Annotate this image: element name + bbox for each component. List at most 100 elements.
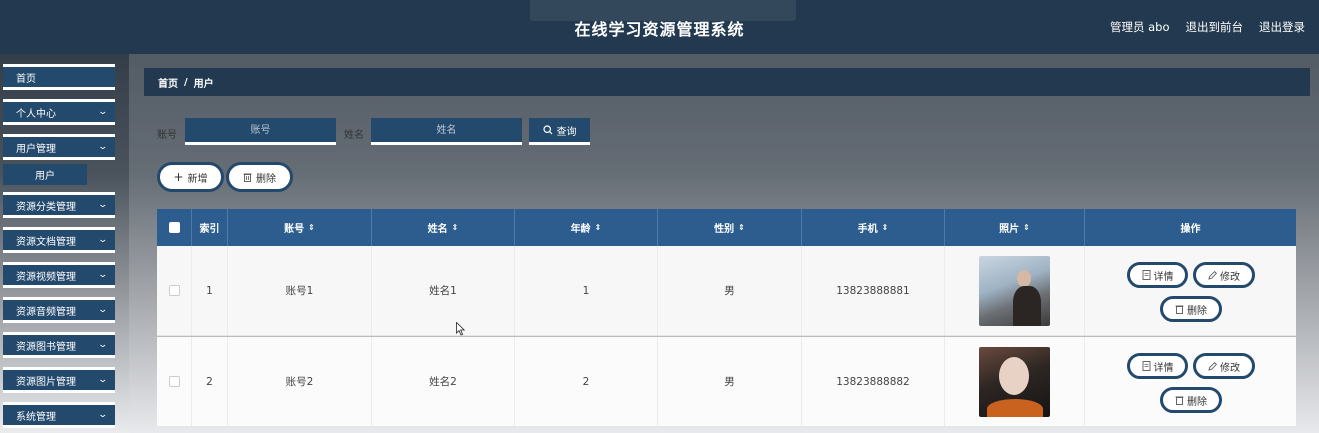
column-header-gender[interactable]: 性别 ⇕ <box>658 209 802 246</box>
detail-button[interactable]: 详情 <box>1127 262 1188 288</box>
name-search-input[interactable] <box>371 118 522 145</box>
sort-icon: ⇕ <box>451 223 459 232</box>
photo-face-shape <box>999 356 1029 395</box>
sidebar-item-resource-video[interactable]: 资源视频管理 ⌄ <box>3 262 115 288</box>
sidebar-item-label: 资源图片管理 <box>16 376 76 388</box>
cell-account: 账号2 <box>228 337 372 426</box>
sidebar-item-resource-book[interactable]: 资源图书管理 ⌄ <box>3 332 115 358</box>
query-button-label: 查询 <box>556 126 577 138</box>
mouse-cursor-icon <box>456 322 466 336</box>
chevron-down-icon: ⌄ <box>97 200 109 210</box>
sort-icon: ⇕ <box>738 223 745 232</box>
column-header-account[interactable]: 账号 ⇕ <box>228 209 372 246</box>
sidebar-item-user-management[interactable]: 用户管理 ⌄ <box>3 134 115 160</box>
sidebar-item-resource-image[interactable]: 资源图片管理 ⌄ <box>3 367 115 393</box>
exit-to-front-link[interactable]: 退出到前台 <box>1186 19 1244 35</box>
column-header-phone[interactable]: 手机 ⇕ <box>802 209 945 246</box>
sidebar-item-label: 资源图书管理 <box>16 341 76 353</box>
plus-icon: + <box>173 170 184 184</box>
trash-icon <box>243 173 252 182</box>
table-row: 2 账号2 姓名2 2 男 13823888882 详情 修改 删除 <box>157 337 1296 427</box>
sidebar-item-label: 首页 <box>16 73 36 85</box>
column-header-name[interactable]: 姓名 ⇕ <box>372 209 515 246</box>
breadcrumb-separator: / <box>184 76 188 88</box>
edit-button[interactable]: 修改 <box>1193 262 1255 288</box>
column-header-age[interactable]: 年龄 ⇕ <box>515 209 658 246</box>
detail-button-label: 详情 <box>1153 271 1174 283</box>
sidebar-subitem-user[interactable]: 用户 <box>3 164 87 185</box>
chevron-down-icon: ⌄ <box>97 270 109 280</box>
sidebar-item-label: 资源视频管理 <box>16 271 76 283</box>
account-search-input[interactable] <box>185 118 336 145</box>
chevron-down-icon: ⌄ <box>97 305 109 315</box>
row-delete-label: 删除 <box>1187 396 1207 408</box>
sidebar-item-resource-category[interactable]: 资源分类管理 ⌄ <box>3 192 115 218</box>
sidebar-item-resource-document[interactable]: 资源文档管理 ⌄ <box>3 227 115 253</box>
sidebar-item-label: 系统管理 <box>16 411 56 423</box>
sidebar-subitem-label: 用户 <box>35 171 55 182</box>
cell-age: 2 <box>515 337 658 426</box>
cell-actions: 详情 修改 删除 <box>1085 337 1296 426</box>
trash-icon <box>1175 305 1184 314</box>
column-label: 照片 <box>999 224 1020 235</box>
top-right-links: 管理员 abo 退出到前台 退出登录 <box>1110 19 1305 35</box>
cell-name: 姓名1 <box>372 246 515 335</box>
column-header-photo[interactable]: 照片 ⇕ <box>945 209 1085 246</box>
column-header-actions: 操作 <box>1085 209 1296 246</box>
add-button[interactable]: + 新增 <box>157 162 224 192</box>
sidebar-item-home[interactable]: 首页 <box>3 64 115 90</box>
row-checkbox[interactable] <box>168 376 180 387</box>
row-delete-button[interactable]: 删除 <box>1160 387 1222 413</box>
breadcrumb-current: 用户 <box>193 78 214 90</box>
cell-actions: 详情 修改 删除 <box>1085 246 1296 335</box>
query-button[interactable]: 查询 <box>529 118 590 145</box>
search-icon <box>542 125 552 135</box>
chevron-down-icon: ⌄ <box>97 107 109 117</box>
sort-icon: ⇕ <box>308 223 315 232</box>
top-bar: 在线学习资源管理系统 管理员 abo 退出到前台 退出登录 <box>0 0 1319 54</box>
row-delete-button[interactable]: 删除 <box>1160 296 1222 322</box>
column-label: 姓名 <box>427 224 448 235</box>
sidebar-item-label: 资源音频管理 <box>16 306 76 318</box>
name-label: 姓名 <box>344 130 364 141</box>
pencil-icon <box>1208 270 1217 280</box>
user-photo <box>979 255 1050 326</box>
column-label: 手机 <box>857 224 878 235</box>
cell-photo <box>945 246 1085 335</box>
cell-index: 1 <box>192 246 228 335</box>
row-select-cell <box>157 246 192 335</box>
sort-icon: ⇕ <box>594 223 602 232</box>
chevron-down-icon: ⌄ <box>97 375 109 385</box>
cell-index: 2 <box>192 337 228 426</box>
breadcrumb: 首页 / 用户 <box>144 68 1310 96</box>
add-button-label: 新增 <box>187 173 208 185</box>
row-checkbox[interactable] <box>168 285 180 296</box>
chevron-down-icon: ⌄ <box>97 235 109 245</box>
detail-button[interactable]: 详情 <box>1127 353 1188 379</box>
sidebar-item-label: 资源文档管理 <box>16 236 76 248</box>
edit-button[interactable]: 修改 <box>1193 353 1255 379</box>
sidebar-item-system[interactable]: 系统管理 ⌄ <box>3 402 115 428</box>
batch-delete-button[interactable]: 删除 <box>226 162 293 192</box>
sidebar-item-personal-center[interactable]: 个人中心 ⌄ <box>3 99 115 125</box>
breadcrumb-home[interactable]: 首页 <box>158 75 178 90</box>
chevron-down-icon: ⌄ <box>97 410 109 420</box>
select-all-checkbox[interactable] <box>168 222 180 233</box>
edit-button-label: 修改 <box>1220 362 1240 374</box>
cell-phone: 13823888882 <box>802 337 945 426</box>
photo-face-shape <box>1017 269 1031 287</box>
cell-phone: 13823888881 <box>802 246 945 335</box>
column-label: 年龄 <box>570 224 591 235</box>
sidebar-item-label: 用户管理 <box>16 143 56 155</box>
table-row: 1 账号1 姓名1 1 男 13823888881 详情 修改 删除 <box>157 246 1296 336</box>
admin-user-label: 管理员 abo <box>1109 20 1170 34</box>
cell-account: 账号1 <box>228 246 372 335</box>
table-header: 索引 账号 ⇕ 姓名 ⇕ 年龄 ⇕ 性别 ⇕ 手机 ⇕ 照片 ⇕ 操作 <box>157 209 1296 246</box>
cell-gender: 男 <box>658 337 802 426</box>
sidebar-item-resource-audio[interactable]: 资源音频管理 ⌄ <box>3 297 115 323</box>
cell-name: 姓名2 <box>372 337 515 426</box>
logout-link[interactable]: 退出登录 <box>1259 19 1305 35</box>
cell-photo <box>945 337 1085 426</box>
column-label: 索引 <box>199 224 220 235</box>
header-select-all[interactable] <box>157 209 192 246</box>
